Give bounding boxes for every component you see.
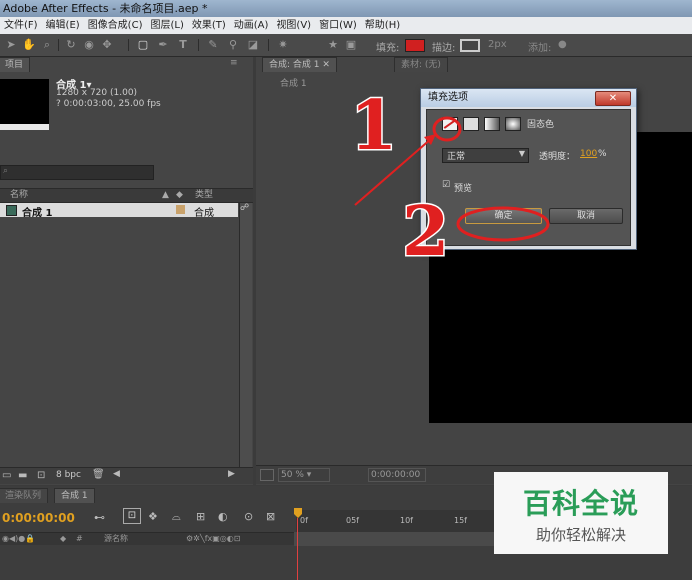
watermark-subtitle: 助你轻松解决 <box>535 526 626 544</box>
step1-highlight-circle <box>432 116 462 142</box>
watermark-title: 百科全说 <box>522 487 639 520</box>
step2-highlight-circle <box>456 206 550 242</box>
step2-number: 2 <box>400 192 450 272</box>
step1-number: 1 <box>348 86 398 166</box>
watermark: 百科全说 助你轻松解决 <box>494 472 668 554</box>
